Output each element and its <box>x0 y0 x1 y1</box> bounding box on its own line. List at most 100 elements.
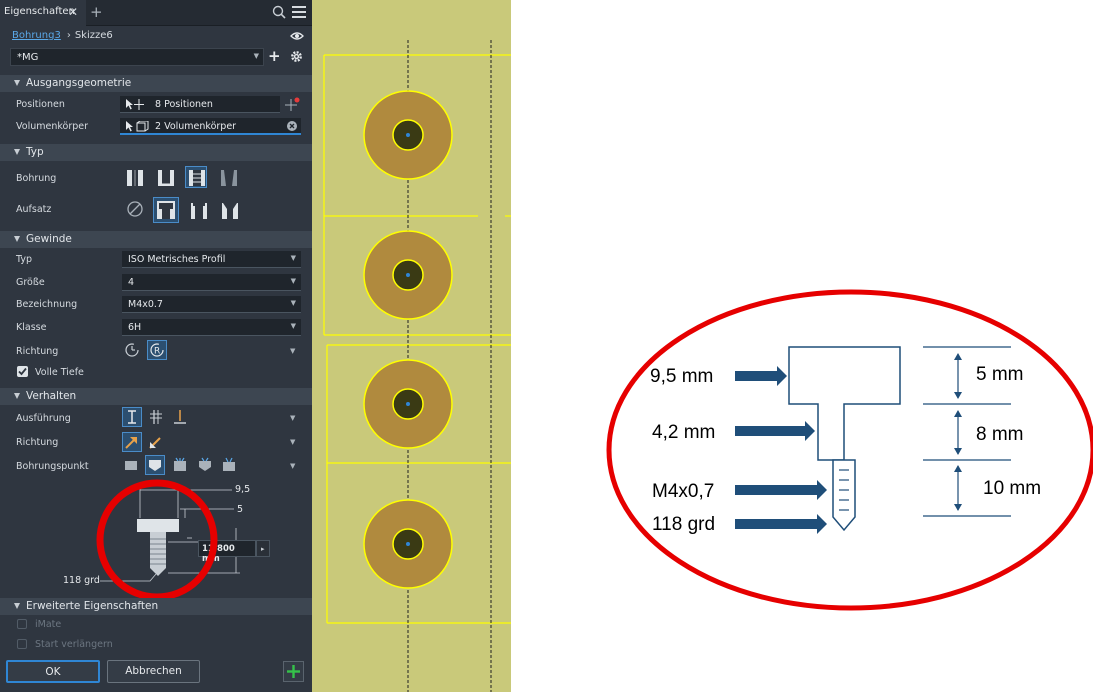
chevron-down-icon[interactable]: ▼ <box>290 347 295 355</box>
collapse-triangle-icon <box>14 80 20 86</box>
simple-hole-icon <box>127 170 143 186</box>
klasse-value: 6H <box>128 322 142 333</box>
clear-icon[interactable] <box>287 121 297 131</box>
bezeichnung-label: Bezeichnung <box>16 299 78 310</box>
hamburger-menu-icon[interactable] <box>292 6 306 18</box>
section-typ[interactable]: Typ <box>0 144 312 161</box>
clearance-hole-button[interactable] <box>154 166 176 188</box>
left-hand-thread-icon[interactable] <box>124 342 140 358</box>
gear-icon[interactable] <box>290 50 303 63</box>
section-gewinde[interactable]: Gewinde <box>0 231 312 248</box>
cad-viewport[interactable] <box>312 0 511 692</box>
tab-eigenschaften[interactable]: Eigenschaften ✕ <box>0 0 86 26</box>
klasse-select[interactable]: 6H ▼ <box>122 319 301 336</box>
right-hand-thread-button[interactable]: R <box>147 340 167 360</box>
tapped-hole-icon <box>189 170 205 186</box>
breadcrumb-separator: › <box>66 30 71 41</box>
chevron-down-icon[interactable]: ▼ <box>290 438 295 446</box>
hole-marker[interactable] <box>363 499 453 589</box>
chevron-down-icon: ▼ <box>290 277 296 285</box>
properties-panel: Eigenschaften ✕ + Bohrung3 › Skizze6 *MG ▼… <box>0 0 312 692</box>
counterbore-icon <box>157 201 175 219</box>
volle-tiefe-label: Volle Tiefe <box>35 367 84 378</box>
bezeichnung-select[interactable]: M4x0.7 ▼ <box>122 296 301 313</box>
chevron-down-icon[interactable]: ▼ <box>290 414 295 422</box>
angle-drill-point-button[interactable] <box>145 455 165 475</box>
volumenkoerper-selector[interactable]: 2 Volumenkörper <box>120 118 301 135</box>
gewinde-typ-label: Typ <box>16 254 32 265</box>
collapse-triangle-icon <box>14 149 20 155</box>
drill-option-icon[interactable] <box>172 457 188 473</box>
section-ausgangsgeometrie[interactable]: Ausgangsgeometrie <box>0 75 312 92</box>
drill-option-icon[interactable] <box>197 457 213 473</box>
volle-tiefe-checkbox[interactable] <box>17 366 28 377</box>
imate-checkbox[interactable] <box>17 619 27 629</box>
screenshot-root: Eigenschaften ✕ + Bohrung3 › Skizze6 *MG ▼… <box>0 0 1093 692</box>
close-icon[interactable]: ✕ <box>68 5 78 19</box>
annotation-drawing <box>606 289 1093 611</box>
label-depth-shank: 8 mm <box>976 424 1024 445</box>
red-highlight-circle <box>96 479 218 601</box>
add-point-icon[interactable] <box>285 97 301 111</box>
hole-marker[interactable] <box>363 230 453 320</box>
direction-default-button[interactable] <box>122 432 142 452</box>
gewinde-typ-select[interactable]: ISO Metrisches Profil ▼ <box>122 251 301 268</box>
collapse-triangle-icon <box>14 603 20 609</box>
counterbore-button[interactable] <box>153 197 179 223</box>
bohrungspunkt-label: Bohrungspunkt <box>16 461 89 472</box>
cursor-point-icon <box>126 99 144 110</box>
hole-marker[interactable] <box>363 359 453 449</box>
preset-select[interactable]: *MG ▼ <box>10 48 264 66</box>
hole-marker[interactable] <box>363 90 453 180</box>
positionen-selector[interactable]: 8 Positionen <box>120 96 280 113</box>
cancel-button[interactable]: Abbrechen <box>107 660 200 683</box>
search-icon[interactable] <box>272 5 286 19</box>
spotface-button[interactable] <box>187 199 209 221</box>
to-face-icon[interactable] <box>172 409 188 425</box>
countersink-icon <box>222 203 238 219</box>
panel-tab-bar: Eigenschaften ✕ + <box>0 0 312 26</box>
breadcrumb-current: Skizze6 <box>74 30 113 41</box>
breadcrumb-link-bohrung3[interactable]: Bohrung3 <box>12 30 61 41</box>
klasse-label: Klasse <box>16 322 47 333</box>
ok-button[interactable]: OK <box>6 660 100 683</box>
apply-and-new-button[interactable] <box>283 661 304 682</box>
gewinde-richtung-label: Richtung <box>16 346 59 357</box>
cursor-solid-icon <box>126 121 149 132</box>
through-all-icon[interactable] <box>148 409 164 425</box>
add-tab-icon[interactable]: + <box>90 3 103 21</box>
start-verlaengern-label: Start verlängern <box>35 639 113 650</box>
section-verhalten[interactable]: Verhalten <box>0 388 312 405</box>
simple-hole-button[interactable] <box>123 166 145 188</box>
flip-direction-icon[interactable] <box>148 434 164 450</box>
drill-option-icon[interactable] <box>221 457 237 473</box>
eye-icon[interactable] <box>290 31 304 41</box>
collapse-triangle-icon <box>14 236 20 242</box>
label-depth-head: 5 mm <box>976 364 1024 385</box>
tapped-hole-button[interactable] <box>185 166 207 188</box>
no-seat-icon[interactable] <box>126 200 144 218</box>
distance-termination-button[interactable] <box>122 407 142 427</box>
countersink-button[interactable] <box>218 199 240 221</box>
section-erweiterte-eigenschaften[interactable]: Erweiterte Eigenschaften <box>0 598 312 615</box>
depth-input-menu-button[interactable]: ▸ <box>256 540 270 557</box>
section-title: Gewinde <box>26 233 72 245</box>
groesse-label: Größe <box>16 277 45 288</box>
tab-title: Eigenschaften <box>4 6 75 17</box>
preset-value: *MG <box>17 52 39 63</box>
chevron-down-icon[interactable]: ▼ <box>290 462 295 470</box>
groesse-select[interactable]: 4 ▼ <box>122 274 301 291</box>
gewinde-typ-value: ISO Metrisches Profil <box>128 254 226 265</box>
add-preset-button[interactable]: + <box>268 47 281 65</box>
section-title: Erweiterte Eigenschaften <box>26 600 159 612</box>
taper-tapped-hole-button[interactable] <box>217 166 239 188</box>
aufsatz-label: Aufsatz <box>16 204 52 215</box>
groesse-value: 4 <box>128 277 135 288</box>
section-title: Verhalten <box>26 390 77 402</box>
distance-icon <box>128 410 136 424</box>
section-title: Ausgangsgeometrie <box>26 77 132 89</box>
preview-dim-depth: 5 <box>237 504 244 515</box>
flat-drill-point-icon[interactable] <box>124 458 138 472</box>
start-verlaengern-checkbox[interactable] <box>17 639 27 649</box>
direction-arrow-icon <box>125 437 137 449</box>
